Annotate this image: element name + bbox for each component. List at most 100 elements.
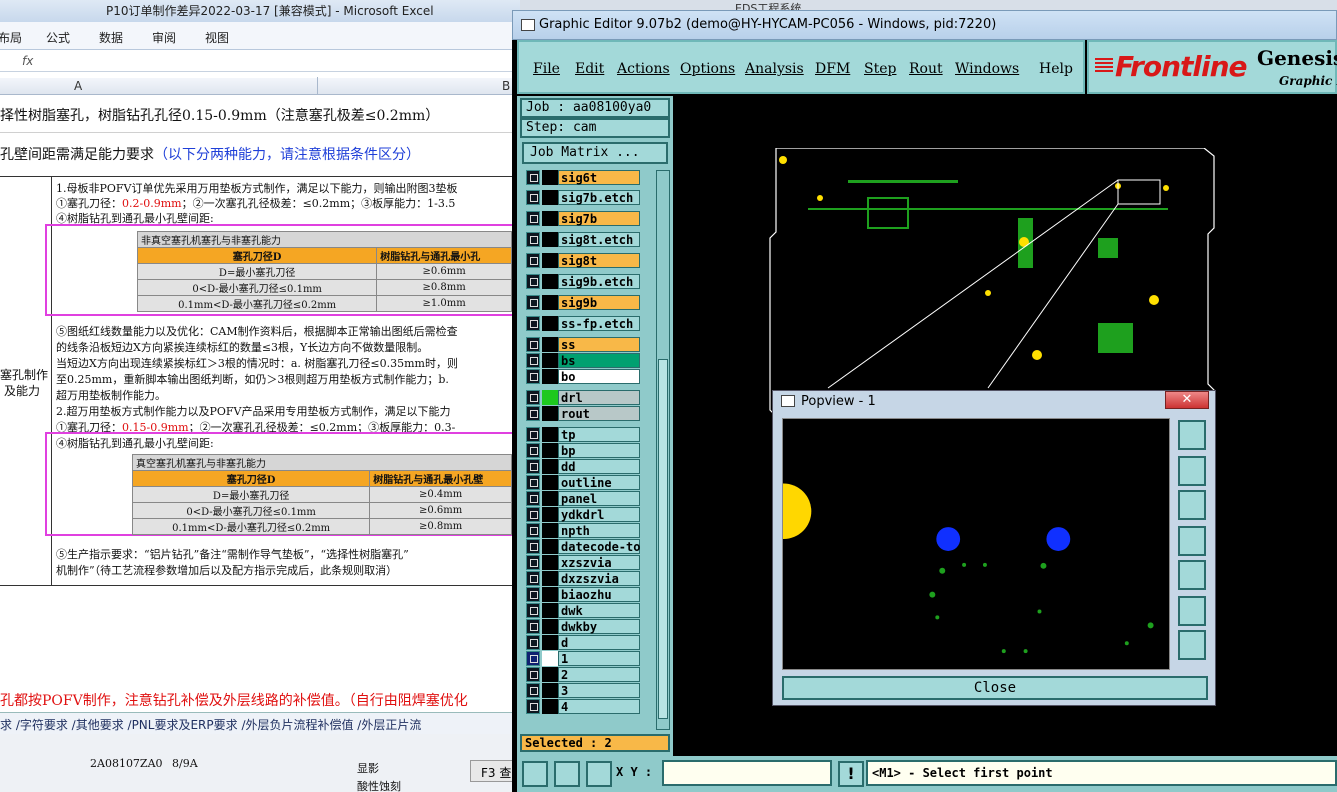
layer-affected-marker[interactable]	[542, 683, 558, 698]
layer-affected-marker[interactable]	[542, 443, 558, 458]
layer-affected-marker[interactable]	[542, 170, 558, 185]
grid-icon[interactable]	[586, 761, 612, 787]
pan-down-icon[interactable]	[1178, 490, 1206, 520]
layer-row-sig8t-etch[interactable]: sig8t.etch	[526, 232, 640, 247]
menu-analysis[interactable]: Analysis	[745, 61, 804, 77]
layer-row-dwkby[interactable]: dwkby	[526, 619, 640, 634]
bg-tree-item[interactable]: 显影	[357, 760, 379, 776]
layer-row-tp[interactable]: tp	[526, 427, 640, 442]
layer-row-bs[interactable]: bs	[526, 353, 640, 368]
layer-affected-marker[interactable]	[542, 406, 558, 421]
layer-checkbox[interactable]	[526, 603, 540, 618]
cell-bottom-note[interactable]: 孔都按POFV制作，注意钻孔补偿及外层线路的补偿值。（自行由阻焊塞优化	[0, 690, 468, 710]
formula-bar[interactable]: fx	[0, 52, 520, 72]
layer-affected-marker[interactable]	[542, 232, 558, 247]
layer-checkbox[interactable]	[526, 295, 540, 310]
layer-affected-marker[interactable]	[542, 667, 558, 682]
layer-checkbox[interactable]	[526, 443, 540, 458]
pcb-board-view[interactable]	[768, 148, 1220, 418]
menu-step[interactable]: Step	[864, 61, 896, 77]
layer-row-ss-fp-etch[interactable]: ss-fp.etch	[526, 316, 640, 331]
zoom-home-icon[interactable]	[1178, 420, 1206, 450]
layer-checkbox[interactable]	[526, 170, 540, 185]
layer-row-npth[interactable]: npth	[526, 523, 640, 538]
layer-row-ydkdrl[interactable]: ydkdrl	[526, 507, 640, 522]
layer-affected-marker[interactable]	[542, 274, 558, 289]
layer-row-4[interactable]: 4	[526, 699, 640, 714]
layer-checkbox[interactable]	[526, 491, 540, 506]
layer-row-drl[interactable]: drl	[526, 390, 640, 405]
layer-affected-marker[interactable]	[542, 603, 558, 618]
layer-affected-marker[interactable]	[542, 491, 558, 506]
layer-checkbox[interactable]	[526, 539, 540, 554]
layer-checkbox[interactable]	[526, 507, 540, 522]
layer-affected-marker[interactable]	[542, 369, 558, 384]
menu-dfm[interactable]: DFM	[815, 61, 850, 77]
menu-rout[interactable]: Rout	[909, 61, 943, 77]
layer-affected-marker[interactable]	[542, 390, 558, 405]
layer-checkbox[interactable]	[526, 274, 540, 289]
layer-checkbox[interactable]	[526, 190, 540, 205]
sheet-tabs[interactable]: 求 ∕字符要求 ∕其他要求 ∕PNL要求及ERP要求 ∕外层负片流程补偿值 ∕外…	[0, 712, 520, 734]
layer-row-biaozhu[interactable]: biaozhu	[526, 587, 640, 602]
layer-checkbox[interactable]	[526, 635, 540, 650]
layer-row-3[interactable]: 3	[526, 683, 640, 698]
popview-canvas[interactable]	[782, 418, 1170, 670]
column-b-header[interactable]: B	[502, 79, 510, 93]
layer-row-sig9b-etch[interactable]: sig9b.etch	[526, 274, 640, 289]
layer-affected-marker[interactable]	[542, 190, 558, 205]
snap-icon[interactable]	[522, 761, 548, 787]
alert-icon[interactable]: !	[838, 761, 864, 787]
layer-checkbox[interactable]	[526, 369, 540, 384]
layer-row-bp[interactable]: bp	[526, 443, 640, 458]
layer-affected-marker[interactable]	[542, 635, 558, 650]
menu-help[interactable]: Help	[1039, 61, 1073, 77]
layer-affected-marker[interactable]	[542, 571, 558, 586]
layer-checkbox[interactable]	[526, 651, 540, 666]
layer-row-bo[interactable]: bo	[526, 369, 640, 384]
layer-affected-marker[interactable]	[542, 253, 558, 268]
pan-left-icon[interactable]	[1178, 526, 1206, 556]
layer-checkbox[interactable]	[526, 232, 540, 247]
layer-affected-marker[interactable]	[542, 353, 558, 368]
layer-checkbox[interactable]	[526, 459, 540, 474]
layer-affected-marker[interactable]	[542, 475, 558, 490]
layer-checkbox[interactable]	[526, 699, 540, 714]
layer-checkbox[interactable]	[526, 427, 540, 442]
scrollbar-thumb[interactable]	[658, 359, 668, 719]
layer-affected-marker[interactable]	[542, 337, 558, 352]
layer-checkbox[interactable]	[526, 523, 540, 538]
layer-checkbox[interactable]	[526, 667, 540, 682]
layer-checkbox[interactable]	[526, 253, 540, 268]
zoom-in-icon[interactable]	[1178, 596, 1206, 626]
layer-affected-marker[interactable]	[542, 587, 558, 602]
layer-checkbox[interactable]	[526, 337, 540, 352]
menu-file[interactable]: File	[533, 61, 560, 77]
layer-row-sig7b[interactable]: sig7b	[526, 211, 640, 226]
layer-row-2[interactable]: 2	[526, 667, 640, 682]
column-a-header[interactable]: A	[74, 79, 82, 93]
layer-affected-marker[interactable]	[542, 539, 558, 554]
layer-row-sig9b[interactable]: sig9b	[526, 295, 640, 310]
ribbon-tab-layout[interactable]: 布局	[0, 29, 22, 46]
layer-checkbox[interactable]	[526, 555, 540, 570]
ribbon-tab-view[interactable]: 视图	[205, 29, 229, 46]
layer-affected-marker[interactable]	[542, 459, 558, 474]
bg-tree-item[interactable]: 酸性蚀刻	[357, 778, 401, 792]
layer-checkbox[interactable]	[526, 211, 540, 226]
layer-row-dd[interactable]: dd	[526, 459, 640, 474]
layer-checkbox[interactable]	[526, 353, 540, 368]
layer-checkbox[interactable]	[526, 587, 540, 602]
layer-affected-marker[interactable]	[542, 619, 558, 634]
layer-row-panel[interactable]: panel	[526, 491, 640, 506]
layer-affected-marker[interactable]	[542, 507, 558, 522]
popview-close-x-button[interactable]: ✕	[1165, 391, 1209, 409]
ribbon-tab-review[interactable]: 审阅	[152, 29, 176, 46]
layer-affected-marker[interactable]	[542, 699, 558, 714]
cell-line1[interactable]: 择性树脂塞孔，树脂钻孔孔径0.15-0.9mm（注意塞孔极差≤0.2mm）	[0, 105, 439, 125]
layer-affected-marker[interactable]	[542, 211, 558, 226]
layer-affected-marker[interactable]	[542, 555, 558, 570]
layer-checkbox[interactable]	[526, 475, 540, 490]
layer-affected-marker[interactable]	[542, 651, 558, 666]
cell-line2[interactable]: 孔壁间距需满足能力要求（以下分两种能力，请注意根据条件区分）	[0, 144, 420, 164]
